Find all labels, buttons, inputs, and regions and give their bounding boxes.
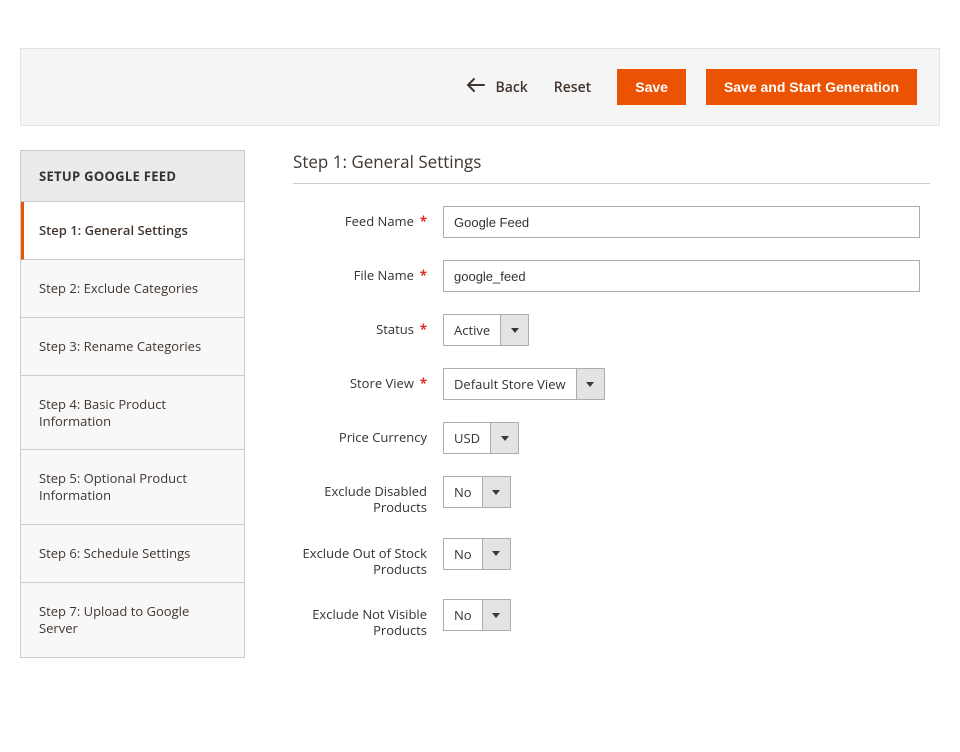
chevron-down-icon [490, 423, 518, 453]
store-view-label: Store View [350, 374, 414, 392]
sidebar-title: SETUP GOOGLE FEED [20, 150, 245, 201]
toolbar: Back Reset Save Save and Start Generatio… [20, 48, 940, 126]
chevron-down-icon [482, 477, 510, 507]
exclude-oos-label: Exclude Out of Stock Products [303, 544, 427, 578]
reset-button[interactable]: Reset [548, 78, 597, 97]
back-label: Back [495, 78, 527, 97]
exclude-notvisible-label: Exclude Not Visible Products [312, 605, 427, 639]
status-value: Active [444, 315, 500, 345]
required-icon: * [420, 212, 427, 230]
exclude-oos-select[interactable]: No [443, 538, 511, 570]
exclude-disabled-value: No [444, 477, 482, 507]
sidebar-item-step7[interactable]: Step 7: Upload to Google Server [21, 583, 244, 657]
section-title: Step 1: General Settings [293, 150, 930, 184]
status-label: Status [376, 320, 414, 338]
exclude-oos-value: No [444, 539, 482, 569]
main-panel: Step 1: General Settings Feed Name * File… [293, 150, 940, 661]
feed-name-label: Feed Name [345, 212, 414, 230]
chevron-down-icon [482, 539, 510, 569]
price-currency-value: USD [444, 423, 490, 453]
back-button[interactable]: Back [467, 78, 527, 97]
file-name-label: File Name [354, 266, 414, 284]
sidebar-item-step5[interactable]: Step 5: Optional Product Information [21, 450, 244, 525]
field-exclude-disabled: Exclude Disabled Products No [293, 476, 930, 516]
save-button[interactable]: Save [617, 69, 686, 105]
status-select[interactable]: Active [443, 314, 529, 346]
sidebar-item-step4[interactable]: Step 4: Basic Product Information [21, 376, 244, 451]
sidebar: SETUP GOOGLE FEED Step 1: General Settin… [20, 150, 245, 661]
sidebar-item-step2[interactable]: Step 2: Exclude Categories [21, 260, 244, 318]
field-exclude-notvisible: Exclude Not Visible Products No [293, 599, 930, 639]
file-name-input[interactable] [443, 260, 920, 292]
sidebar-item-step6[interactable]: Step 6: Schedule Settings [21, 525, 244, 583]
field-exclude-oos: Exclude Out of Stock Products No [293, 538, 930, 578]
sidebar-item-step3[interactable]: Step 3: Rename Categories [21, 318, 244, 376]
field-file-name: File Name * [293, 260, 930, 292]
exclude-disabled-label: Exclude Disabled Products [324, 482, 427, 516]
exclude-disabled-select[interactable]: No [443, 476, 511, 508]
feed-name-input[interactable] [443, 206, 920, 238]
required-icon: * [420, 374, 427, 392]
price-currency-label: Price Currency [339, 428, 427, 446]
store-view-value: Default Store View [444, 369, 576, 399]
price-currency-select[interactable]: USD [443, 422, 519, 454]
chevron-down-icon [576, 369, 604, 399]
chevron-down-icon [500, 315, 528, 345]
field-status: Status * Active [293, 314, 930, 346]
required-icon: * [420, 320, 427, 338]
exclude-notvisible-value: No [444, 600, 482, 630]
exclude-notvisible-select[interactable]: No [443, 599, 511, 631]
arrow-left-icon [467, 78, 485, 97]
required-icon: * [420, 266, 427, 284]
field-store-view: Store View * Default Store View [293, 368, 930, 400]
field-feed-name: Feed Name * [293, 206, 930, 238]
save-and-generate-button[interactable]: Save and Start Generation [706, 69, 917, 105]
chevron-down-icon [482, 600, 510, 630]
field-price-currency: Price Currency USD [293, 422, 930, 454]
store-view-select[interactable]: Default Store View [443, 368, 605, 400]
sidebar-item-step1[interactable]: Step 1: General Settings [21, 202, 244, 260]
